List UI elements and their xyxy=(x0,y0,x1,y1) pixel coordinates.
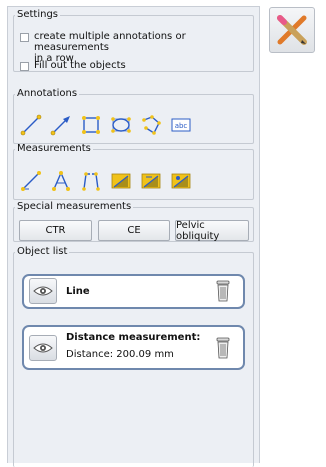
settings-group: Settings create multiple annotations or … xyxy=(13,10,254,72)
area-ruler-alt-icon[interactable] xyxy=(170,170,192,192)
area-ruler-icon[interactable] xyxy=(110,170,132,192)
ctr-button[interactable]: CTR xyxy=(19,220,92,241)
angle-measure-icon[interactable] xyxy=(50,170,72,192)
pencil-cross-icon xyxy=(277,15,307,45)
annotations-group: Annotations abc xyxy=(13,89,254,144)
fill-objects-label: Fill out the objects xyxy=(34,60,126,71)
tool-panel: Settings create multiple annotations or … xyxy=(7,6,260,467)
text-tool-icon[interactable]: abc xyxy=(170,114,192,136)
multiple-in-row-label: create multiple annotations or measureme… xyxy=(34,31,186,53)
polygon-tool-icon[interactable] xyxy=(140,114,162,136)
text-tool-label: abc xyxy=(175,122,188,130)
delete-trash-icon[interactable] xyxy=(215,337,231,359)
pelvic-obliquity-button[interactable]: Pelvic obliquity xyxy=(175,220,249,242)
area-ruler-plus-icon[interactable] xyxy=(140,170,162,192)
visibility-toggle-button[interactable] xyxy=(29,278,57,304)
object-title: Line xyxy=(66,286,90,297)
fill-objects-option[interactable]: Fill out the objects xyxy=(20,60,126,71)
special-measurements-legend: Special measurements xyxy=(17,201,132,212)
multiple-in-row-checkbox[interactable] xyxy=(20,33,29,42)
settings-legend: Settings xyxy=(17,9,59,20)
object-subtitle: Distance: 200.09 mm xyxy=(66,349,174,360)
object-item-distance[interactable]: Distance measurement: Distance: 200.09 m… xyxy=(22,325,245,370)
measurements-group: Measurements xyxy=(13,144,254,200)
special-measurements-group: Special measurements CTR CE Pelvic obliq… xyxy=(13,202,254,242)
ellipse-tool-icon[interactable] xyxy=(110,114,132,136)
object-item-line[interactable]: Line xyxy=(22,274,245,309)
object-list-group: Object list Line Distance measurement: D… xyxy=(13,247,254,467)
line-tool-icon[interactable] xyxy=(20,114,42,136)
object-list-legend: Object list xyxy=(17,246,68,257)
cobb-angle-icon[interactable] xyxy=(80,170,102,192)
eye-icon xyxy=(33,286,53,296)
ce-button[interactable]: CE xyxy=(98,220,170,241)
visibility-toggle-button[interactable] xyxy=(29,335,57,361)
object-title: Distance measurement: xyxy=(66,332,201,343)
distance-measure-icon[interactable] xyxy=(20,170,42,192)
eye-icon xyxy=(33,343,53,353)
delete-trash-icon[interactable] xyxy=(215,280,231,302)
measurements-legend: Measurements xyxy=(17,143,91,154)
annotations-legend: Annotations xyxy=(17,88,78,99)
close-tool-button[interactable] xyxy=(269,7,315,53)
fill-objects-checkbox[interactable] xyxy=(20,62,29,71)
arrow-tool-icon[interactable] xyxy=(50,114,72,136)
rectangle-tool-icon[interactable] xyxy=(80,114,102,136)
